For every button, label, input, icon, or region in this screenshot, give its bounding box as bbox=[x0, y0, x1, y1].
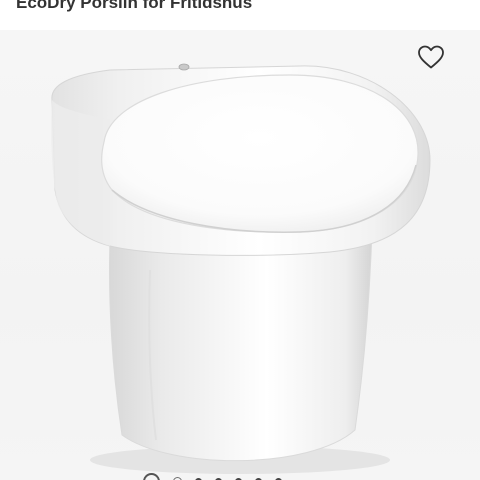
pagination-dot-1[interactable] bbox=[143, 472, 160, 480]
product-page: EcoDry Porslin for Fritidshus bbox=[0, 0, 480, 480]
image-pagination bbox=[143, 472, 282, 480]
product-title: EcoDry Porslin for Fritidshus bbox=[16, 0, 253, 12]
product-image bbox=[51, 63, 431, 474]
favorite-button[interactable] bbox=[414, 41, 448, 73]
pagination-dot-2[interactable] bbox=[173, 476, 182, 480]
product-image-gallery[interactable] bbox=[0, 30, 480, 480]
heart-outline-icon bbox=[418, 45, 444, 69]
